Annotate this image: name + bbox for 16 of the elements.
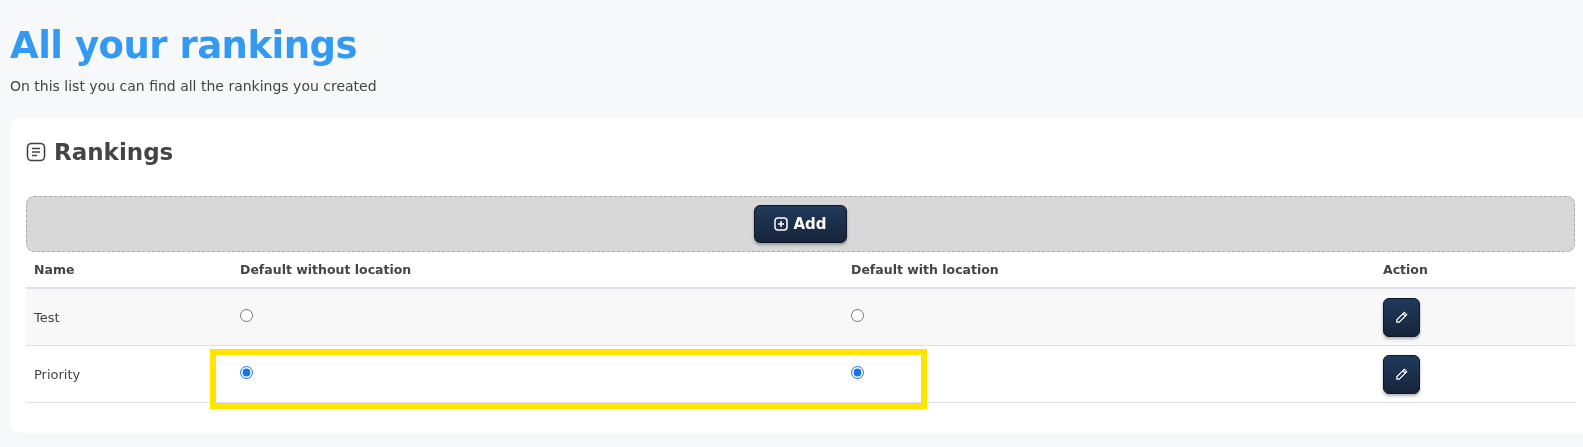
pencil-icon	[1394, 366, 1409, 382]
card-title: Rankings	[54, 139, 174, 165]
radio-button[interactable]	[240, 366, 253, 379]
plus-icon	[774, 217, 789, 231]
add-button[interactable]: Add	[754, 205, 847, 243]
radio-button[interactable]	[851, 309, 864, 322]
pencil-icon	[1394, 309, 1409, 325]
radio-button[interactable]	[240, 309, 253, 322]
list-icon	[26, 142, 46, 162]
page-title: All your rankings	[10, 23, 358, 69]
edit-button[interactable]	[1383, 354, 1420, 394]
ranking-name: Priority	[34, 366, 81, 382]
edit-button[interactable]	[1383, 297, 1420, 337]
page-subtitle: On this list you can find all the rankings you created	[10, 78, 377, 94]
radio-button[interactable]	[851, 366, 864, 379]
ranking-name: Test	[34, 309, 60, 325]
